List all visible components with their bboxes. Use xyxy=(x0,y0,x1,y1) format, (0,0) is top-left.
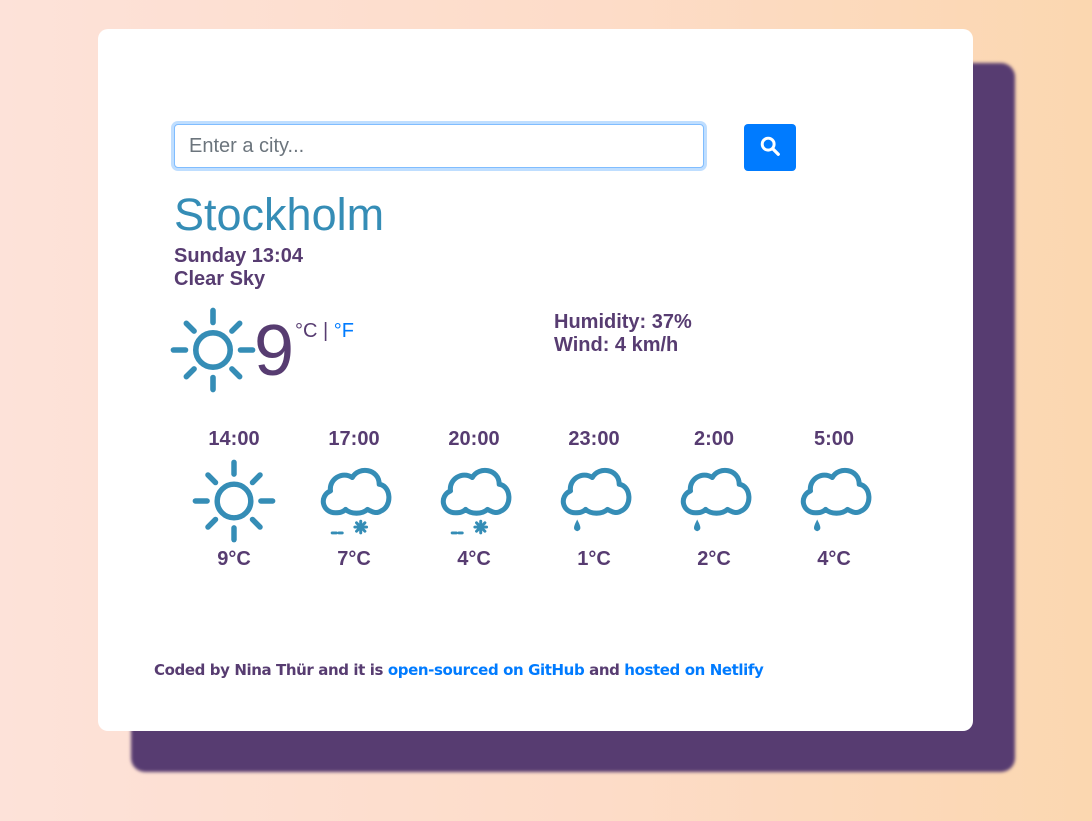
search-input[interactable] xyxy=(174,124,704,168)
sun-icon xyxy=(170,307,256,393)
search-button[interactable] xyxy=(744,124,796,171)
fahrenheit-link[interactable]: °F xyxy=(334,320,354,342)
forecast-temp: 4°C xyxy=(817,548,851,570)
forecast-temp: 7°C xyxy=(337,548,371,570)
forecast-time: 2:00 xyxy=(693,428,735,450)
forecast-item: 5:00 4°C xyxy=(774,427,894,571)
forecast-item: 17:00 7°C xyxy=(294,427,414,571)
cloud-snow-icon xyxy=(414,459,534,543)
forecast-temp: 2°C xyxy=(697,548,731,570)
weather-details: Humidity: 37% Wind: 4 km/h xyxy=(554,311,692,357)
wind: Wind: 4 km/h xyxy=(554,334,679,356)
weather-description: Clear Sky xyxy=(174,268,266,290)
forecast-item: 20:00 4°C xyxy=(414,427,534,571)
forecast-time: 17:00 xyxy=(328,428,380,450)
footer: Coded by Nina Thür and it is open-source… xyxy=(154,661,764,679)
forecast-time: 5:00 xyxy=(813,428,855,450)
cloud-snow-icon xyxy=(294,459,414,543)
forecast-temp: 1°C xyxy=(577,548,611,570)
celsius-link[interactable]: °C xyxy=(295,320,317,342)
forecast-item: 14:00 9°C xyxy=(174,427,294,571)
footer-text: and xyxy=(584,661,625,679)
current-temperature: 9 xyxy=(254,311,295,391)
search-icon xyxy=(759,135,781,160)
date-time: Sunday 13:04 xyxy=(174,245,303,267)
forecast-time: 20:00 xyxy=(448,428,500,450)
unit-separator: | xyxy=(317,320,334,342)
weather-card: Stockholm Sunday 13:04 Clear Sky 9 °C | … xyxy=(98,29,973,731)
unit-toggle: °C | °F xyxy=(295,319,354,343)
forecast: 14:00 9°C 17:00 7°C 20:00 4°C 23:00 1°C … xyxy=(174,427,896,577)
forecast-temp: 4°C xyxy=(457,548,491,570)
city-name: Stockholm xyxy=(174,189,385,240)
humidity: Humidity: 37% xyxy=(554,311,692,333)
cloud-rain-icon xyxy=(654,459,774,543)
footer-text: Coded by Nina Thür and it is xyxy=(154,661,388,679)
sun-icon xyxy=(174,459,294,543)
forecast-temp: 9°C xyxy=(217,548,251,570)
forecast-item: 23:00 1°C xyxy=(534,427,654,571)
github-link[interactable]: open-sourced on GitHub xyxy=(388,661,585,679)
netlify-link[interactable]: hosted on Netlify xyxy=(624,661,764,679)
forecast-time: 23:00 xyxy=(568,428,620,450)
cloud-rain-icon xyxy=(774,459,894,543)
forecast-time: 14:00 xyxy=(208,428,260,450)
forecast-item: 2:00 2°C xyxy=(654,427,774,571)
cloud-rain-icon xyxy=(534,459,654,543)
